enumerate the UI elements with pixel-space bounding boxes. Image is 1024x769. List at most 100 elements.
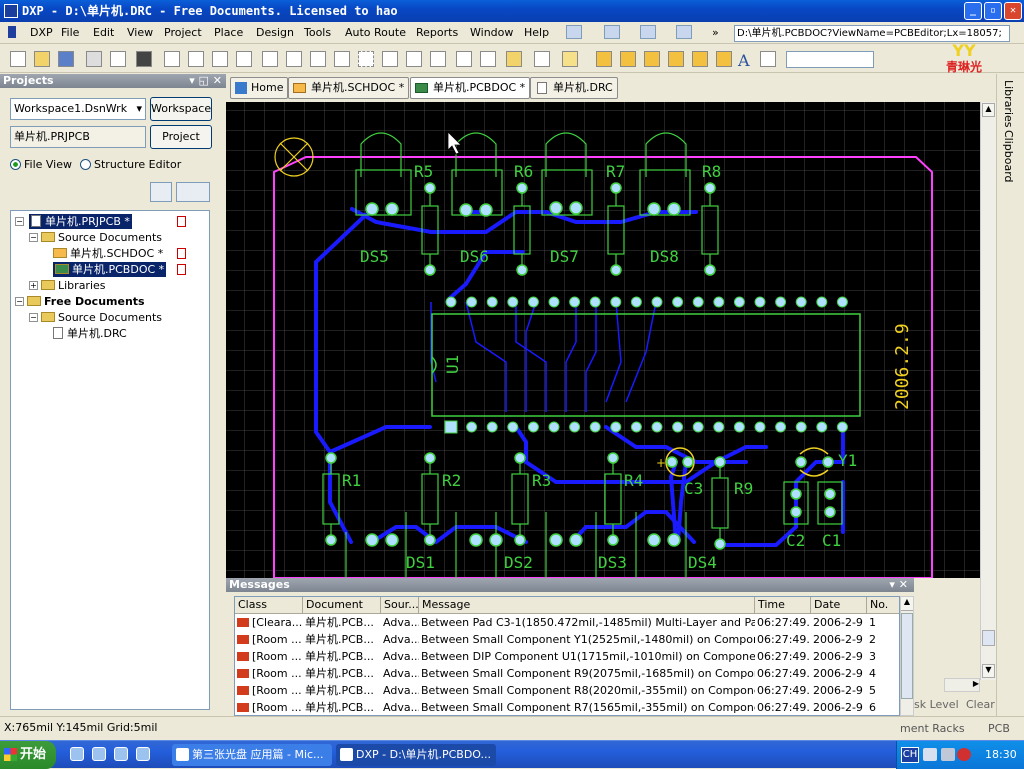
menu-view[interactable]: View — [127, 26, 153, 39]
workspace-button[interactable]: Workspace — [150, 97, 212, 121]
menu-dxp[interactable]: DXP — [30, 26, 53, 39]
scroll-up-icon[interactable]: ▲ — [901, 597, 913, 611]
move-selection-icon[interactable] — [406, 51, 422, 67]
paste-icon[interactable] — [310, 51, 326, 67]
task-word[interactable]: 第三张光盘 应用篇 - Mic... — [172, 744, 332, 766]
table-row[interactable]: [Room ... 单片机.PCB... Adva... Between Small … — [235, 631, 899, 648]
scroll-down-icon[interactable]: ▼ — [982, 664, 995, 678]
table-row[interactable]: [Room ... 单片机.PCB... Adva... Between Small … — [235, 699, 899, 715]
select-tool-icon[interactable] — [640, 25, 656, 39]
highlight-icon[interactable] — [506, 51, 522, 67]
ime-indicator[interactable]: CH — [901, 747, 919, 763]
table-row[interactable]: [Cleara... 单片机.PCB... Adva... Between Pad C… — [235, 614, 899, 631]
new-icon[interactable] — [10, 51, 26, 67]
desktop-icon[interactable] — [114, 747, 128, 761]
menu-tools[interactable]: Tools — [304, 26, 331, 39]
zoom-area-icon[interactable] — [188, 51, 204, 67]
col-source[interactable]: Sour... — [381, 597, 419, 614]
help-tool-icon[interactable] — [562, 51, 578, 67]
deselect-icon[interactable] — [430, 51, 446, 67]
place-pad-icon[interactable] — [620, 51, 636, 67]
canvas-vertical-scrollbar[interactable]: ▲ ▼ — [980, 102, 996, 680]
col-message[interactable]: Message — [419, 597, 755, 614]
tab-home[interactable]: Home — [230, 77, 289, 99]
library-browse-icon[interactable] — [534, 51, 550, 67]
col-time[interactable]: Time — [755, 597, 811, 614]
menu-help[interactable]: Help — [524, 26, 549, 39]
scroll-thumb[interactable] — [982, 630, 995, 646]
tree-item-source-docs[interactable]: Source Documents — [41, 230, 162, 245]
col-date[interactable]: Date — [811, 597, 867, 614]
media-icon[interactable] — [136, 747, 150, 761]
scroll-up-icon[interactable]: ▲ — [982, 103, 995, 117]
tree-item-project[interactable]: 单片机.PRJPCB * — [29, 214, 132, 229]
pcb-canvas[interactable]: + R5 R6 R7 R8 DS5 DS6 DS7 DS8 U1 R1 R2 R… — [226, 102, 980, 578]
file-view-radio[interactable]: File View — [10, 158, 72, 171]
open-icon[interactable] — [34, 51, 50, 67]
menu-edit[interactable]: Edit — [93, 26, 114, 39]
antivirus-icon[interactable] — [957, 748, 971, 761]
tree-item-drc[interactable]: 单片机.DRC — [53, 326, 127, 341]
ruler-tool-icon[interactable] — [566, 25, 582, 39]
interactive-route-icon[interactable] — [596, 51, 612, 67]
col-no[interactable]: No. — [867, 597, 899, 614]
menu-reports[interactable]: Reports — [416, 26, 458, 39]
maximize-button[interactable]: ▫ — [984, 2, 1002, 20]
tree-item-pcbdoc[interactable]: 单片机.PCBDOC * — [53, 262, 167, 277]
place-polygon-icon[interactable] — [716, 51, 732, 67]
minimize-button[interactable]: _ — [964, 2, 982, 20]
zoom-fit-icon[interactable] — [164, 51, 180, 67]
project-button[interactable]: Project — [150, 125, 212, 149]
close-button[interactable]: ✕ — [1004, 2, 1022, 20]
rubber-stamp-icon[interactable] — [334, 51, 350, 67]
col-class[interactable]: Class — [235, 597, 303, 614]
print-icon[interactable] — [86, 51, 102, 67]
print-preview-icon[interactable] — [110, 51, 126, 67]
clipboard-tab[interactable]: Clipboard — [1002, 130, 1015, 183]
place-component-icon[interactable] — [760, 51, 776, 67]
place-fill-icon[interactable] — [692, 51, 708, 67]
cut-icon[interactable] — [262, 51, 278, 67]
zoom-component-icon[interactable] — [236, 51, 252, 67]
ie-icon[interactable] — [70, 747, 84, 761]
menu-file[interactable]: File — [61, 26, 79, 39]
pcb-drawing[interactable]: + R5 R6 R7 R8 DS5 DS6 DS7 DS8 U1 R1 R2 R… — [226, 102, 980, 578]
more-chevron-icon[interactable]: » — [712, 26, 719, 39]
collapse-icon[interactable]: − — [29, 233, 38, 242]
messages-scrollbar[interactable]: ▲ — [900, 596, 914, 716]
zoom-selection-icon[interactable] — [212, 51, 228, 67]
messages-panel-controls[interactable]: ▾ ✕ — [889, 578, 908, 592]
workspace-select[interactable]: Workspace1.DsnWrk ▾ — [10, 98, 146, 120]
align-tool-icon[interactable] — [604, 25, 620, 39]
scroll-right-icon[interactable]: ▶ — [944, 678, 980, 692]
select-area-icon[interactable] — [358, 51, 374, 67]
messages-scroll-thumb[interactable] — [901, 613, 913, 699]
explorer-icon[interactable] — [92, 747, 106, 761]
tree-item-schdoc[interactable]: 单片机.SCHDOC * — [53, 246, 163, 261]
dxp-app-icon[interactable] — [4, 4, 18, 18]
table-row[interactable]: [Room ... 单片机.PCB... Adva... Between Small … — [235, 665, 899, 682]
col-document[interactable]: Document — [303, 597, 381, 614]
save-icon[interactable] — [58, 51, 74, 67]
table-row[interactable]: [Room ... 单片机.PCB... Adva... Between Small … — [235, 682, 899, 699]
expand-icon[interactable]: + — [29, 281, 38, 290]
place-arc-icon[interactable] — [668, 51, 684, 67]
compile-icon[interactable] — [150, 182, 172, 202]
layer-stack-icon[interactable] — [136, 51, 152, 67]
task-dxp[interactable]: DXP - D:\单片机.PCBDO... — [336, 744, 496, 766]
collapse-icon[interactable]: − — [15, 217, 24, 226]
panel-controls[interactable]: ▾ ◱ ✕ — [189, 74, 222, 88]
keyboard-icon[interactable] — [923, 748, 937, 761]
menu-project[interactable]: Project — [164, 26, 202, 39]
table-row[interactable]: [Room ... 单片机.PCB... Adva... Between DIP Co… — [235, 648, 899, 665]
place-string-icon[interactable]: A — [738, 51, 754, 70]
menu-place[interactable]: Place — [214, 26, 243, 39]
tab-component-racks[interactable]: ment Racks — [900, 722, 965, 735]
undo-icon[interactable] — [456, 51, 472, 67]
collapse-icon[interactable]: − — [29, 313, 38, 322]
tab-drc[interactable]: 单片机.DRC — [530, 77, 618, 99]
structure-editor-radio[interactable]: Structure Editor — [80, 158, 181, 171]
tree-item-free-source-docs[interactable]: Source Documents — [41, 310, 162, 325]
menu-auto-route[interactable]: Auto Route — [345, 26, 406, 39]
project-options-icon[interactable] — [176, 182, 210, 202]
